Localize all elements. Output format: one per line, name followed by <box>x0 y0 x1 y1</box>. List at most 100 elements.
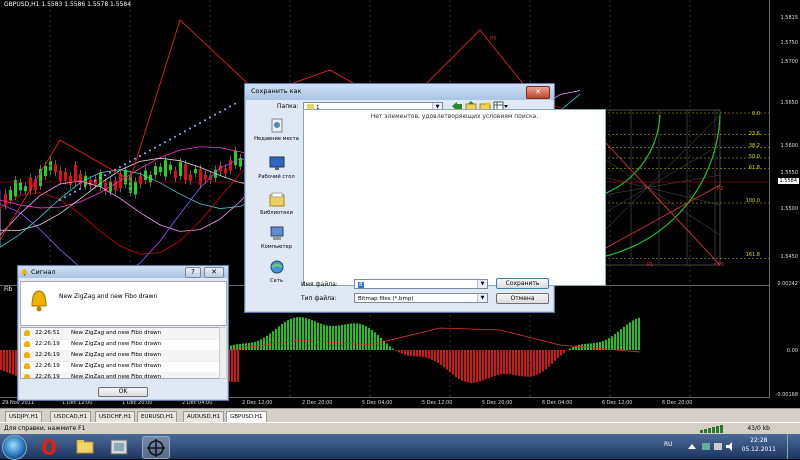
start-button[interactable] <box>2 435 27 460</box>
alert-history-list[interactable]: 22:26:51 New ZigZag and new Fibo drawn 22:… <box>20 327 220 379</box>
save-dialog-titlebar[interactable]: Сохранить как ✕ <box>245 84 554 100</box>
bell-icon <box>24 363 30 369</box>
tray-language[interactable]: RU <box>664 441 673 448</box>
histogram-bar <box>395 350 397 351</box>
indicator-dot <box>104 174 106 177</box>
histogram-bar <box>452 350 454 375</box>
computer-icon <box>270 226 283 240</box>
indicator-dot <box>234 102 236 105</box>
indicator-dot <box>154 146 156 149</box>
histogram-bar <box>269 333 271 350</box>
histogram-bar <box>572 347 574 350</box>
alert-row-text: New ZigZag and new Fibo drawn <box>71 330 162 336</box>
histogram-bar <box>515 350 517 376</box>
filetype-label: Тип файла: <box>301 295 337 302</box>
place-libraries[interactable]: Библиотеки <box>253 192 300 216</box>
place-recent[interactable]: Недавние места <box>253 118 300 142</box>
symbol-tabs: USDJPY,H1 USDCAD,H1 USDCHF,H1 EURUSD,H1 AUDU… <box>0 408 800 423</box>
filename-value: 8 <box>358 282 364 288</box>
alert-row-text: New ZigZag and new Fibo drawn <box>71 363 162 369</box>
histogram-bar <box>494 350 496 376</box>
histogram-bar <box>461 350 463 381</box>
price-scale[interactable]: 1.5815 1.5750 1.5700 1.5650 1.5600 1.5550 1.55… <box>769 0 800 398</box>
histogram-bar <box>614 334 616 350</box>
show-desktop-button[interactable] <box>787 434 800 459</box>
indicator-dot <box>189 127 191 130</box>
histogram-bar <box>476 350 478 383</box>
indicator-dot <box>59 199 61 201</box>
candle-body <box>94 178 97 185</box>
candle-body <box>69 175 72 185</box>
histogram-bar <box>488 350 490 379</box>
taskbar-opera-button[interactable] <box>36 436 62 457</box>
candle-body <box>224 168 227 174</box>
indicator-dot <box>174 135 176 138</box>
bell-icon <box>24 374 30 378</box>
alert-titlebar[interactable]: Сигнал ? ✕ <box>18 266 228 278</box>
histogram-bar <box>341 324 343 350</box>
histogram-bar <box>518 350 520 376</box>
place-desktop[interactable]: Рабочий стол <box>253 156 300 180</box>
alert-row-time: 22:26:19 <box>35 352 60 358</box>
filename-input[interactable]: 8 ▼ <box>354 279 488 289</box>
file-list[interactable]: Нет элементов, удовлетворяющих условиям … <box>303 109 606 286</box>
bell-icon <box>24 341 30 347</box>
help-button[interactable]: ? <box>185 267 201 278</box>
alert-scrollbar[interactable] <box>219 327 227 379</box>
histogram-bar <box>638 317 640 350</box>
opera-icon <box>42 438 56 455</box>
indicator-dot <box>84 185 86 188</box>
indicator-dot <box>199 122 201 124</box>
histogram-bar <box>590 343 592 350</box>
close-button[interactable]: ✕ <box>204 267 224 278</box>
chevron-down-icon: ▼ <box>477 294 487 302</box>
save-as-dialog: Сохранить как ✕ Папка: 1 ▼ Недавние мест… <box>244 83 606 313</box>
bell-icon <box>24 352 30 358</box>
time-tick-label: 6 Dec 20:00 <box>662 400 693 406</box>
candle-body <box>169 164 172 171</box>
histogram-bar <box>335 325 337 350</box>
save-button[interactable]: Сохранить <box>496 278 549 289</box>
empty-list-message: Нет элементов, удовлетворяющих условиям … <box>370 113 539 120</box>
place-computer[interactable]: Компьютер <box>253 226 300 250</box>
filename-label: Имя файла: <box>301 281 338 288</box>
tray-clock[interactable]: 22:28 05.12.2011 <box>742 436 776 454</box>
histogram-bar <box>578 344 580 350</box>
histogram-bar <box>635 318 637 350</box>
histogram-bar <box>332 325 334 350</box>
ok-button[interactable]: OK <box>98 387 148 397</box>
histogram-bar <box>500 350 502 375</box>
candle-body <box>74 164 77 182</box>
fibo-level-label: 0.0 <box>752 111 760 117</box>
price-tick-label: 1.5650 <box>780 100 799 106</box>
histogram-bar <box>587 343 589 350</box>
indicator-dot <box>129 160 131 163</box>
time-tick-label: 5 Dec 20:00 <box>482 400 513 406</box>
taskbar-explorer-button[interactable] <box>72 436 98 457</box>
histogram-bar <box>231 350 233 382</box>
cancel-button[interactable]: Отмена <box>496 293 549 304</box>
histogram-bar <box>287 320 289 350</box>
histogram-bar <box>0 350 2 370</box>
taskbar-metatrader-button[interactable] <box>142 436 170 459</box>
histogram-bar <box>632 320 634 350</box>
taskbar-app-button[interactable] <box>106 436 132 457</box>
filetype-select[interactable]: Bitmap files (*.bmp) ▼ <box>354 293 488 303</box>
close-button[interactable]: ✕ <box>526 86 550 99</box>
histogram-bar <box>548 350 550 367</box>
indicator-dot <box>74 190 76 193</box>
histogram-bar <box>347 323 349 350</box>
alert-row[interactable]: 22:26:19 New ZigZag and new Fibo drawn <box>21 372 219 378</box>
alert-window: Сигнал ? ✕ New ZigZag and new Fibo drawn… <box>17 265 229 401</box>
price-tick-label: 1.5750 <box>780 40 799 46</box>
histogram-bar <box>234 350 236 382</box>
histogram-bar <box>9 350 11 374</box>
indicator-dot <box>184 130 186 133</box>
place-network[interactable]: Сеть <box>253 260 300 284</box>
histogram-bar <box>605 339 607 350</box>
histogram-bar <box>458 350 460 379</box>
fibo-level-label: 100.0 <box>745 198 760 204</box>
indicator-dot <box>169 138 171 141</box>
price-tick-label: 1.5500 <box>780 206 799 212</box>
folder-icon <box>76 440 94 454</box>
